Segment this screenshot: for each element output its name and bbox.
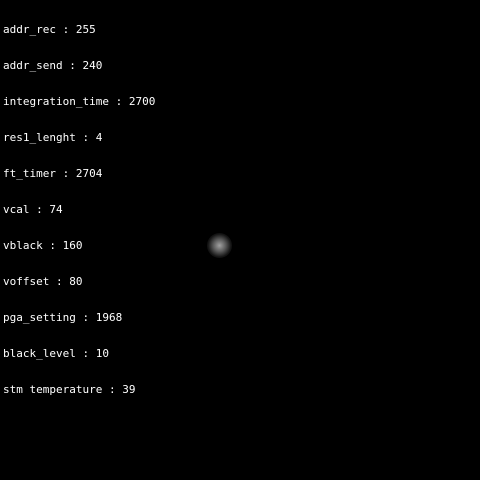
param-value: 255 — [75, 23, 96, 36]
param-addr-send: addr_send : 240 — [3, 60, 155, 72]
param-value: 80 — [69, 275, 83, 288]
param-value: 1968 — [95, 311, 123, 324]
param-separator: : — [75, 347, 96, 360]
param-separator: : — [29, 203, 50, 216]
param-value: 74 — [49, 203, 63, 216]
param-key: voffset — [3, 275, 50, 288]
param-separator: : — [108, 95, 129, 108]
param-key: pga_setting — [3, 311, 76, 324]
param-key: addr_send — [3, 59, 63, 72]
param-black-level: black_level : 10 — [3, 348, 155, 360]
param-key: addr_rec — [3, 23, 56, 36]
param-ft-timer: ft_timer : 2704 — [3, 168, 155, 180]
param-separator: : — [102, 383, 123, 396]
param-separator: : — [55, 167, 76, 180]
param-separator: : — [42, 239, 63, 252]
param-separator: : — [55, 23, 76, 36]
param-vblack: vblack : 160 — [3, 240, 155, 252]
param-value: 10 — [95, 347, 109, 360]
param-value: 2700 — [128, 95, 156, 108]
param-addr-rec: addr_rec : 255 — [3, 24, 155, 36]
param-key: stm temperature — [3, 383, 103, 396]
param-key: vblack — [3, 239, 43, 252]
param-voffset: voffset : 80 — [3, 276, 155, 288]
param-key: ft_timer — [3, 167, 56, 180]
param-separator: : — [75, 311, 96, 324]
param-key: vcal — [3, 203, 30, 216]
param-separator: : — [75, 131, 96, 144]
param-key: integration_time — [3, 95, 109, 108]
param-separator: : — [62, 59, 83, 72]
param-value: 4 — [95, 131, 103, 144]
param-value: 2704 — [75, 167, 103, 180]
param-value: 39 — [122, 383, 136, 396]
parameter-readout: addr_rec : 255 addr_send : 240 integrati… — [3, 0, 155, 420]
param-value: 240 — [82, 59, 103, 72]
param-integration-time: integration_time : 2700 — [3, 96, 155, 108]
light-spot — [207, 233, 232, 258]
param-value: 160 — [62, 239, 83, 252]
param-key: res1_lenght — [3, 131, 76, 144]
param-pga-setting: pga_setting : 1968 — [3, 312, 155, 324]
param-res1-lenght: res1_lenght : 4 — [3, 132, 155, 144]
param-separator: : — [49, 275, 70, 288]
sensor-view: addr_rec : 255 addr_send : 240 integrati… — [0, 0, 480, 480]
param-key: black_level — [3, 347, 76, 360]
param-vcal: vcal : 74 — [3, 204, 155, 216]
param-stm-temperature: stm temperature : 39 — [3, 384, 155, 396]
